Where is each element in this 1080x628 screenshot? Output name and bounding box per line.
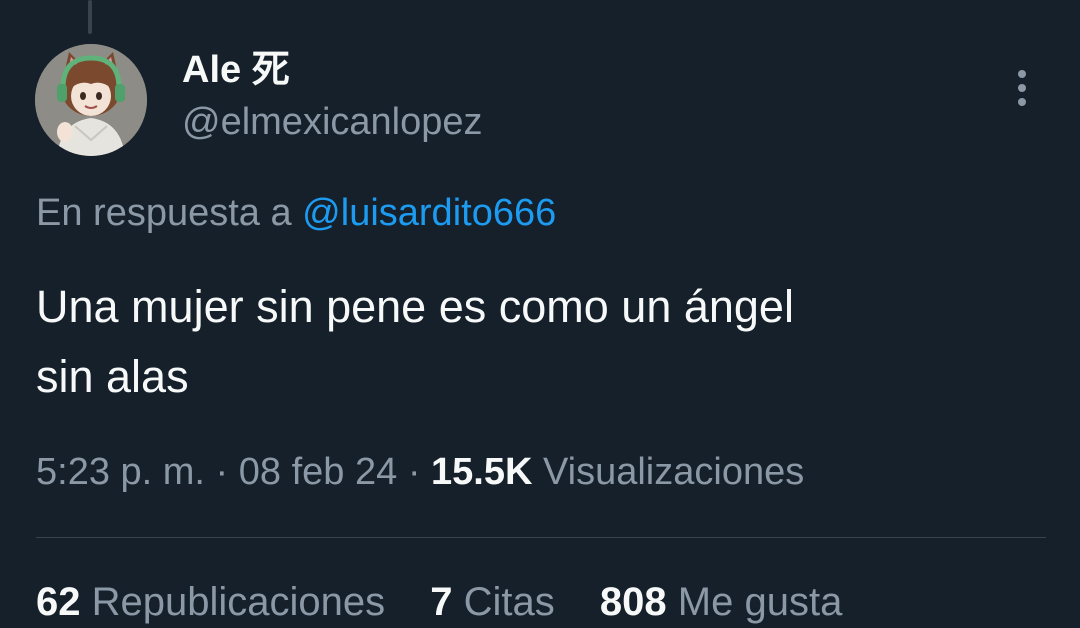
likes-count: 808 (599, 580, 667, 624)
reposts-stat[interactable]: 62 Republicaciones (36, 580, 385, 624)
more-options-icon[interactable] (1002, 66, 1042, 110)
tweet-text-line: sin alas (36, 351, 189, 402)
likes-label: Me gusta (677, 580, 843, 624)
tweet-date[interactable]: 08 feb 24 (239, 451, 397, 493)
views-label: Visualizaciones (543, 451, 805, 493)
meta-separator: · (215, 451, 229, 493)
tweet-metadata: 5:23 p. m. · 08 feb 24 · 15.5K Visualiza… (36, 448, 804, 496)
reposts-label: Republicaciones (91, 580, 386, 624)
views-count: 15.5K (431, 451, 533, 493)
reply-context: En respuesta a @luisardito666 (36, 190, 556, 236)
author-handle[interactable]: @elmexicanlopez (182, 100, 483, 144)
quotes-stat[interactable]: 7 Citas (430, 580, 555, 624)
more-dot (1018, 98, 1026, 106)
tweet-time[interactable]: 5:23 p. m. (36, 451, 205, 493)
author-display-name[interactable]: Ale 死 (182, 48, 290, 92)
avatar[interactable] (35, 44, 147, 156)
quotes-label: Citas (463, 580, 555, 624)
thread-connector-line (88, 0, 92, 34)
meta-separator: · (407, 451, 421, 493)
more-dot (1018, 84, 1026, 92)
engagement-stats: 62 Republicaciones 7 Citas 808 Me gusta (36, 578, 876, 626)
reply-prefix: En respuesta a (36, 192, 292, 234)
avatar-image (35, 44, 147, 156)
divider (36, 537, 1046, 538)
reply-to-handle-link[interactable]: @luisardito666 (302, 192, 556, 234)
reposts-count: 62 (36, 580, 81, 624)
tweet-text-line: Una mujer sin pene es como un ángel (36, 281, 794, 332)
quotes-count: 7 (430, 580, 453, 624)
likes-stat[interactable]: 808 Me gusta (600, 580, 842, 624)
more-dot (1018, 70, 1026, 78)
tweet-text: Una mujer sin pene es como un ángel sin … (36, 272, 1036, 412)
